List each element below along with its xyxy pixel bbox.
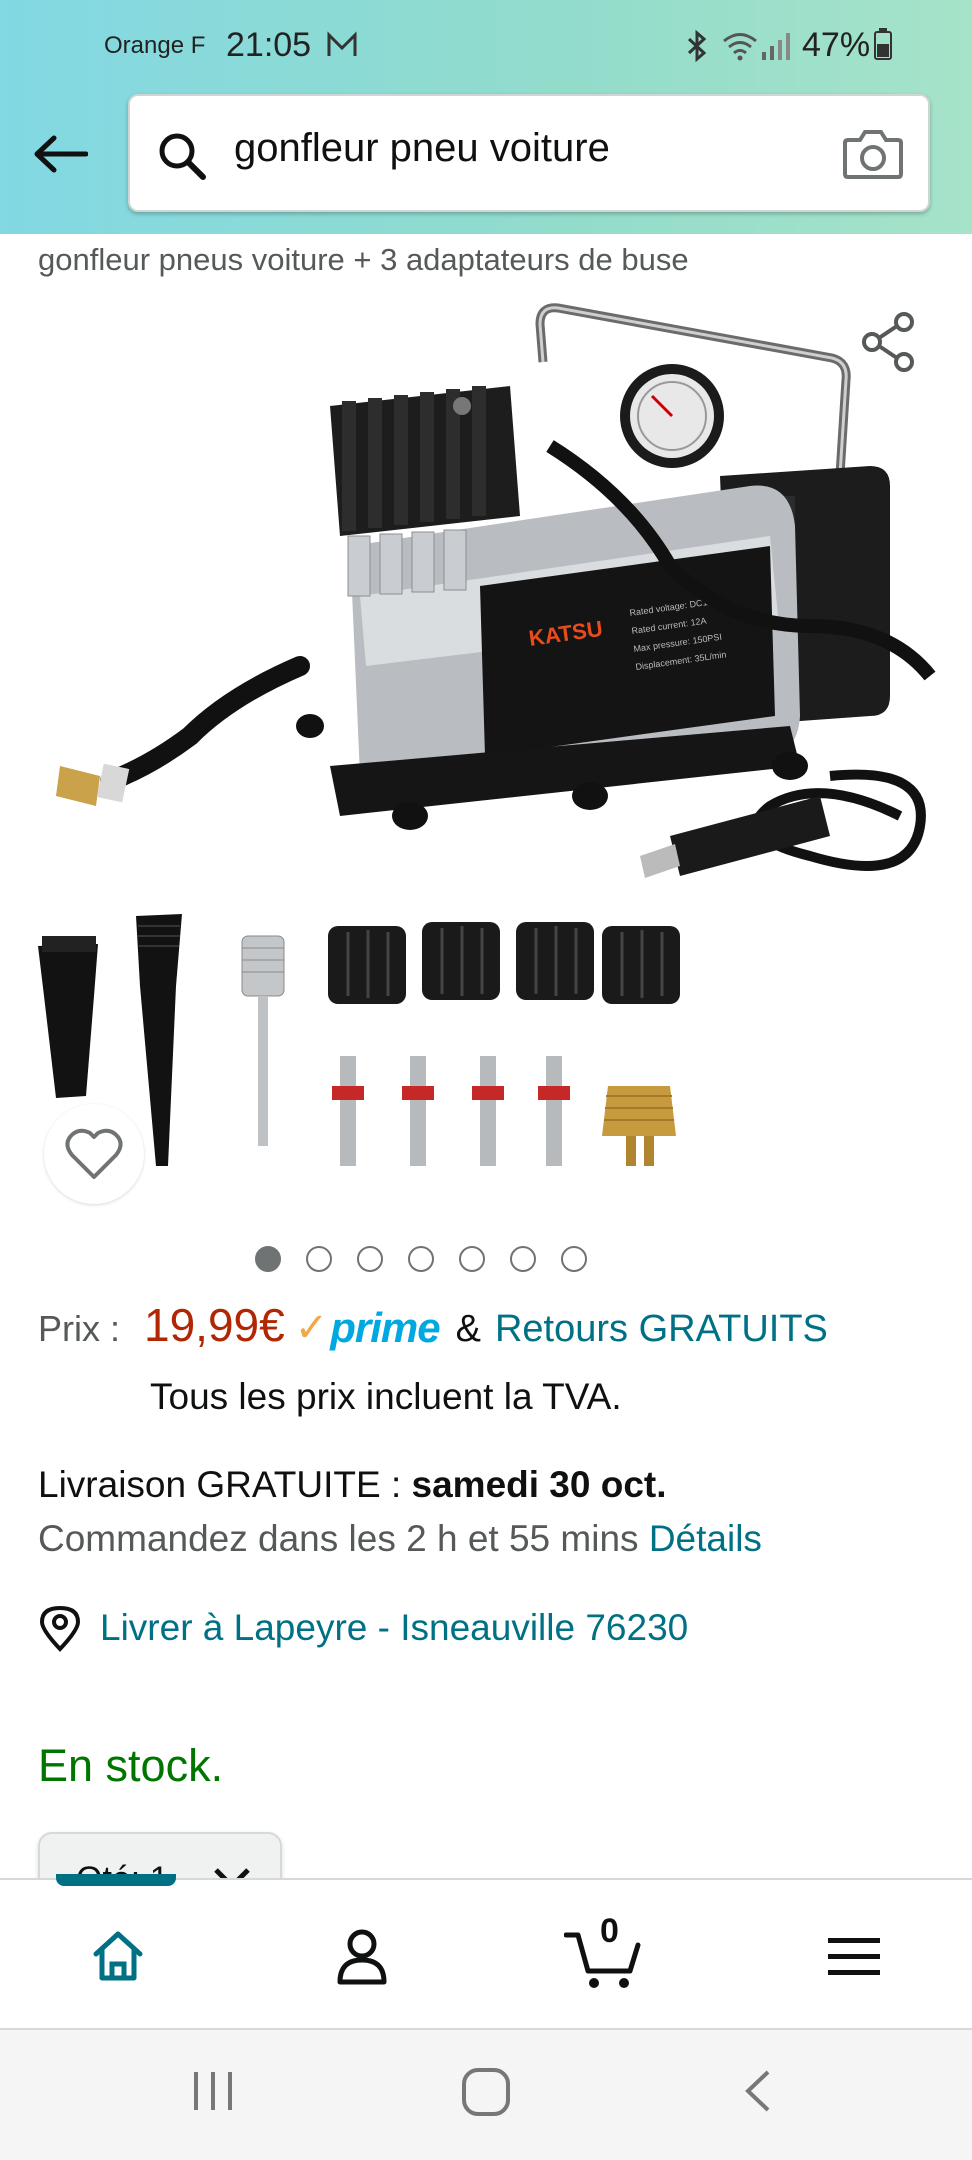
system-navigation-bar [0, 2030, 972, 2160]
status-bar: Orange F 21:05 47% [0, 0, 972, 92]
prime-label: prime [330, 1304, 440, 1351]
order-deadline-text: Commandez dans les 2 h et 55 mins [38, 1518, 649, 1559]
status-time: 21:05 [226, 26, 312, 64]
details-link[interactable]: Détails [649, 1518, 762, 1559]
carousel-dot[interactable] [561, 1246, 587, 1272]
bluetooth-icon [687, 30, 707, 62]
image-carousel-dots [0, 1246, 972, 1276]
battery-icon [874, 28, 892, 60]
signal-icon [762, 33, 790, 60]
carousel-dot[interactable] [408, 1246, 434, 1272]
user-icon [337, 1929, 387, 1985]
carrier-name: Orange F [104, 32, 206, 59]
battery-percent: 47% [802, 26, 871, 64]
location-pin-icon [39, 1605, 81, 1652]
carousel-dot[interactable] [459, 1246, 485, 1272]
recent-apps-icon[interactable] [188, 2066, 238, 2116]
wishlist-button[interactable] [44, 1104, 144, 1204]
price-value: 19,99€ [144, 1299, 285, 1351]
free-returns-link[interactable]: Retours GRATUITS [495, 1308, 828, 1351]
prime-badge: ✓ prime [294, 1304, 441, 1352]
carousel-dot[interactable] [510, 1246, 536, 1272]
delivery-info: Livraison GRATUITE : samedi 30 oct. [38, 1464, 667, 1506]
search-box[interactable]: gonfleur pneu voiture [128, 94, 930, 212]
vat-note: Tous les prix incluent la TVA. [150, 1376, 622, 1417]
wifi-icon [723, 33, 757, 61]
delivery-prefix: Livraison GRATUITE : [38, 1464, 412, 1505]
search-icon [159, 133, 206, 180]
active-tab-indicator [56, 1874, 176, 1886]
hamburger-menu-icon [828, 1938, 880, 1975]
bottom-navigation: 0 [0, 1874, 972, 2030]
app-header: Orange F 21:05 47% gonfleur pneu voiture [0, 0, 972, 234]
order-deadline: Commandez dans les 2 h et 55 mins Détail… [38, 1518, 762, 1560]
delivery-location[interactable]: Livrer à Lapeyre - Isneauville 76230 [38, 1604, 688, 1652]
prime-check-icon: ✓ [294, 1306, 329, 1350]
search-input[interactable]: gonfleur pneu voiture [234, 126, 610, 171]
nav-menu[interactable] [814, 1916, 894, 1996]
stock-status: En stock. [38, 1740, 224, 1791]
delivery-location-link[interactable]: Livrer à Lapeyre - Isneauville 76230 [100, 1607, 688, 1649]
carousel-dot[interactable] [255, 1246, 281, 1272]
carousel-dot[interactable] [357, 1246, 383, 1272]
carousel-dot[interactable] [306, 1246, 332, 1272]
back-button[interactable] [28, 122, 92, 186]
product-title: gonfleur pneus voiture + 3 adaptateurs d… [38, 242, 689, 277]
home-icon [93, 1931, 143, 1981]
system-home-icon[interactable] [458, 2064, 514, 2120]
system-back-icon[interactable] [738, 2066, 778, 2116]
cart-count: 0 [600, 1912, 619, 1950]
price-label: Prix : [38, 1308, 121, 1349]
ampersand: & [455, 1308, 481, 1350]
nav-account[interactable] [322, 1916, 402, 1996]
arrow-left-icon [34, 135, 88, 173]
product-image[interactable]: KATSU Rated voltage: DC12V Rated current… [30, 296, 950, 1196]
nav-cart[interactable]: 0 [564, 1912, 644, 1996]
delivery-date: samedi 30 oct. [411, 1464, 667, 1505]
price-row: Prix : 19,99€ ✓ prime & Retours GRATUITS [38, 1298, 828, 1358]
nav-home[interactable] [78, 1916, 158, 1996]
heart-icon [65, 1128, 123, 1179]
camera-icon[interactable] [842, 126, 904, 182]
mail-icon [327, 31, 357, 56]
share-icon[interactable] [858, 310, 922, 374]
